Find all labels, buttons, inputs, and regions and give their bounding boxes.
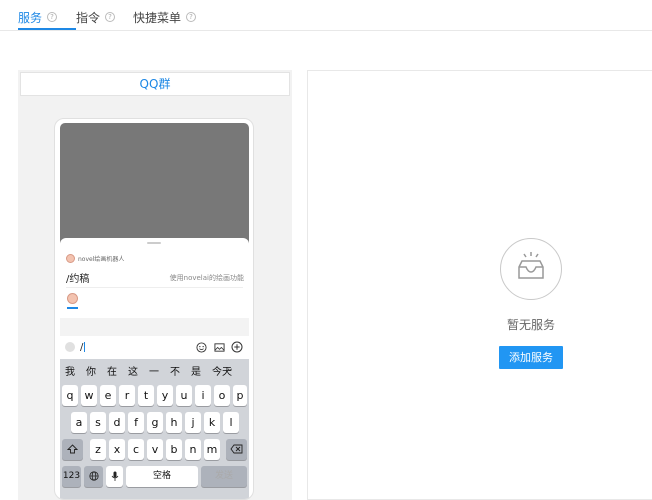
service-panel: 暂无服务 添加服务 xyxy=(307,70,652,500)
key-row-3: z x c v b n m xyxy=(60,439,249,461)
chevron-down-icon[interactable]: ⌄ xyxy=(226,363,234,374)
key[interactable]: c xyxy=(128,439,144,460)
key[interactable]: t xyxy=(138,385,154,406)
text-cursor xyxy=(84,341,86,352)
microphone-key[interactable] xyxy=(106,466,123,487)
key[interactable]: a xyxy=(71,412,87,433)
key[interactable]: n xyxy=(185,439,201,460)
phone-preview: novel绘画机器人 /约稿 使用novelai的绘画功能 / 我 你 在 这 … xyxy=(54,118,254,500)
add-service-button[interactable]: 添加服务 xyxy=(499,346,563,369)
spacer xyxy=(60,318,249,336)
key-row-1: q w e r t y u i o p xyxy=(60,385,249,407)
tab-commands-label: 指令 xyxy=(76,10,101,25)
help-icon[interactable]: ? xyxy=(186,12,197,22)
key[interactable]: s xyxy=(90,412,106,433)
chat-area xyxy=(60,123,249,248)
candidate-word[interactable]: 在 xyxy=(107,363,117,378)
plus-icon[interactable] xyxy=(231,341,243,353)
shift-icon xyxy=(66,444,79,454)
candidate-word[interactable]: 这 xyxy=(128,363,138,378)
key[interactable]: g xyxy=(147,412,163,433)
key[interactable]: i xyxy=(195,385,211,406)
bot-name: novel绘画机器人 xyxy=(78,256,125,263)
inbox-icon xyxy=(500,238,562,300)
command-name: /约稿 xyxy=(66,274,90,285)
tab-bar: 服务 ? 指令 ? 快捷菜单 ? xyxy=(0,0,652,31)
bot-avatar-tab-indicator xyxy=(67,307,78,309)
bot-info: novel绘画机器人 xyxy=(66,254,124,263)
key[interactable]: o xyxy=(214,385,230,406)
sheet-grabber xyxy=(147,242,161,244)
image-icon[interactable] xyxy=(213,341,225,353)
candidate-word[interactable]: 我 xyxy=(65,363,75,378)
key[interactable]: m xyxy=(204,439,220,460)
key[interactable]: z xyxy=(90,439,106,460)
key[interactable]: l xyxy=(223,412,239,433)
shift-key[interactable] xyxy=(62,439,83,460)
key-row-2: a s d f g h j k l xyxy=(60,412,249,434)
message-input-bar: / xyxy=(60,336,249,358)
user-avatar xyxy=(65,342,75,352)
help-icon[interactable]: ? xyxy=(47,12,58,22)
tab-shortcut-menu-label: 快捷菜单 xyxy=(133,10,182,25)
command-description: 使用novelai的绘画功能 xyxy=(169,273,244,282)
numbers-key[interactable]: 123 xyxy=(62,466,81,487)
key[interactable]: y xyxy=(157,385,173,406)
backspace-key[interactable] xyxy=(226,439,247,460)
bot-avatar xyxy=(66,254,75,263)
key[interactable]: r xyxy=(119,385,135,406)
tab-services-label: 服务 xyxy=(18,10,43,25)
key[interactable]: b xyxy=(166,439,182,460)
tab-shortcut-menu[interactable]: 快捷菜单 ? xyxy=(133,6,197,28)
key[interactable]: h xyxy=(166,412,182,433)
message-input-text: / xyxy=(80,341,84,353)
empty-state-text: 暂无服务 xyxy=(506,318,555,332)
emoji-icon[interactable] xyxy=(195,341,207,353)
candidate-word[interactable]: 你 xyxy=(86,363,96,378)
candidate-word[interactable]: 一 xyxy=(149,363,159,378)
key[interactable]: u xyxy=(176,385,192,406)
key[interactable]: k xyxy=(204,412,220,433)
tab-services[interactable]: 服务 ? xyxy=(18,6,58,28)
candidate-word[interactable]: 是 xyxy=(191,363,201,378)
bot-avatar-tab[interactable] xyxy=(67,293,78,304)
key[interactable]: x xyxy=(109,439,125,460)
help-icon[interactable]: ? xyxy=(105,12,116,22)
command-item[interactable]: /约稿 使用novelai的绘画功能 xyxy=(66,270,244,286)
candidate-word[interactable]: 不 xyxy=(170,363,180,378)
divider xyxy=(66,287,243,288)
key[interactable]: d xyxy=(109,412,125,433)
key[interactable]: j xyxy=(185,412,201,433)
send-key[interactable]: 发送 xyxy=(201,466,247,487)
candidate-bar: 我 你 在 这 一 不 是 今天 ⌄ xyxy=(60,359,249,381)
command-suggestion-sheet: novel绘画机器人 /约稿 使用novelai的绘画功能 xyxy=(60,238,249,318)
key[interactable]: w xyxy=(81,385,97,406)
globe-key[interactable] xyxy=(84,466,103,487)
key[interactable]: e xyxy=(100,385,116,406)
tab-commands[interactable]: 指令 ? xyxy=(76,6,116,28)
key-row-4: 123 空格 发送 xyxy=(60,466,249,488)
preview-panel: QQ群 novel绘画机器人 /约稿 使用novelai的绘画功能 / 我 你 … xyxy=(18,70,292,500)
space-key[interactable]: 空格 xyxy=(126,466,198,487)
microphone-icon xyxy=(111,471,118,481)
key[interactable]: v xyxy=(147,439,163,460)
key[interactable]: q xyxy=(62,385,78,406)
qq-group-header[interactable]: QQ群 xyxy=(20,72,290,96)
globe-icon xyxy=(88,471,99,481)
key[interactable]: p xyxy=(233,385,247,406)
message-input[interactable]: / xyxy=(80,341,195,353)
keyboard: 我 你 在 这 一 不 是 今天 ⌄ q w e r t y u i o p a… xyxy=(60,359,249,499)
backspace-icon xyxy=(230,444,243,454)
key[interactable]: f xyxy=(128,412,144,433)
active-tab-indicator xyxy=(18,28,76,30)
